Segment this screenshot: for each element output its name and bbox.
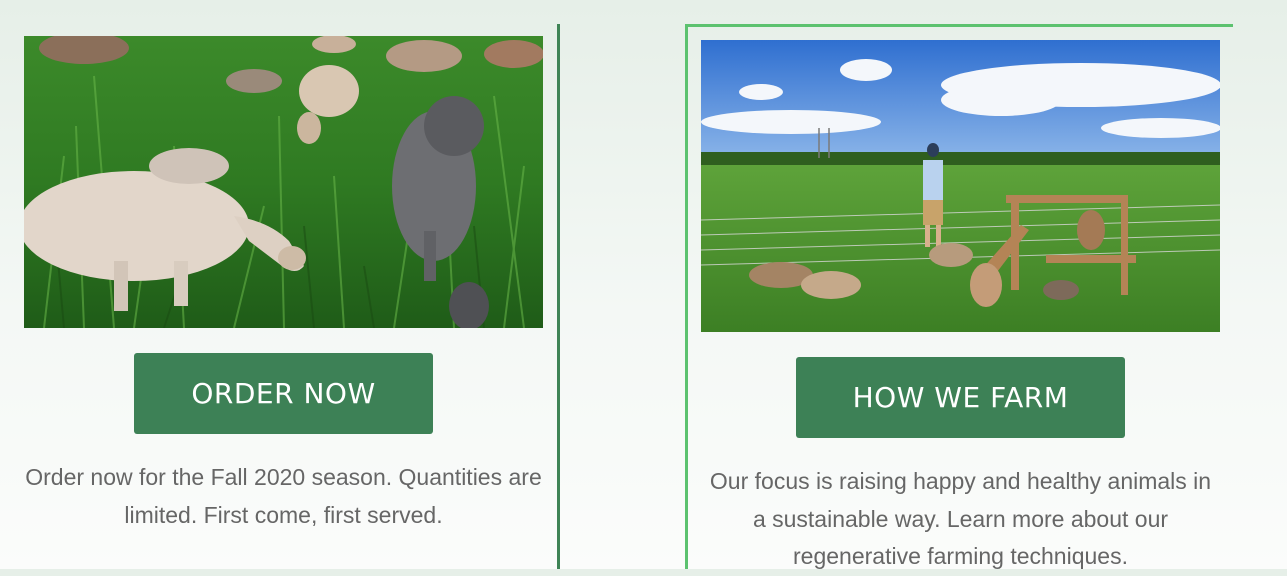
farmer-with-goats-photo [701, 40, 1220, 332]
how-we-farm-button[interactable]: HOW WE FARM [796, 357, 1125, 438]
order-now-label: ORDER NOW [191, 377, 376, 410]
order-now-button[interactable]: ORDER NOW [134, 353, 433, 434]
how-we-farm-label: HOW WE FARM [852, 381, 1069, 414]
order-card: ORDER NOW Order now for the Fall 2020 se… [0, 0, 560, 569]
column-divider [557, 24, 560, 569]
farm-description: Our focus is raising happy and healthy a… [709, 468, 1212, 569]
order-description: Order now for the Fall 2020 season. Quan… [25, 464, 542, 528]
goats-grazing-photo [24, 36, 543, 328]
